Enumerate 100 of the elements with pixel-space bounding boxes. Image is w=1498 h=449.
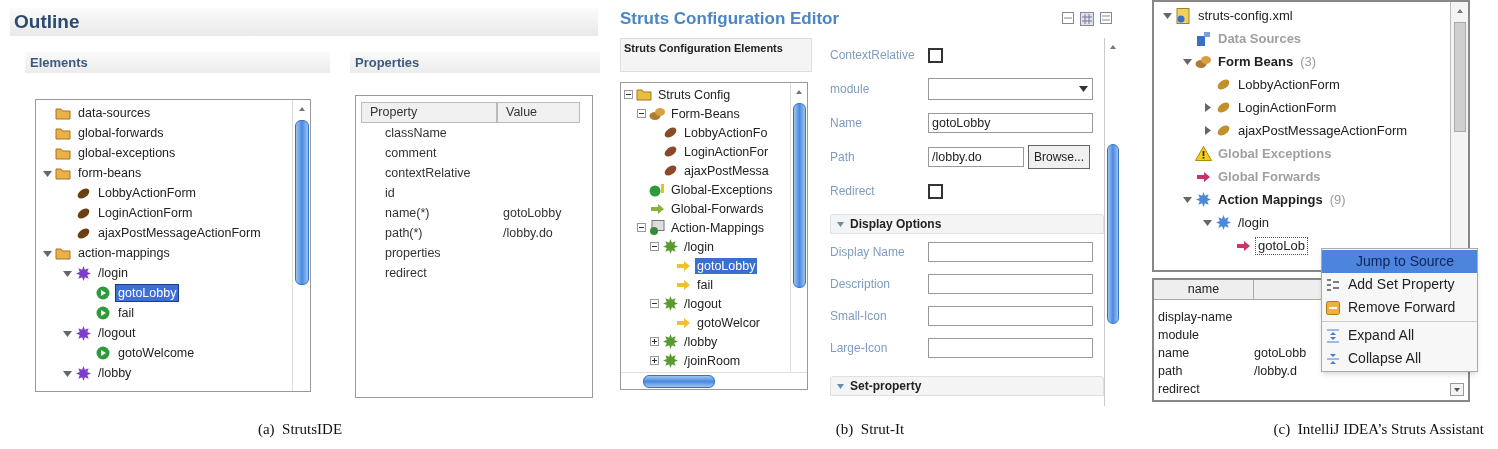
scrollbar-thumb[interactable]	[1106, 144, 1119, 324]
scrollbar[interactable]	[292, 100, 310, 391]
expander-icon[interactable]	[62, 328, 72, 338]
text-field[interactable]	[928, 306, 1093, 326]
expander-icon[interactable]	[649, 356, 659, 365]
text-field[interactable]: /lobby.do	[928, 147, 1024, 167]
menu-item[interactable]: Remove Forward	[1322, 296, 1477, 319]
tree-item[interactable]: Struts Config	[656, 86, 733, 103]
expander-icon[interactable]	[1202, 126, 1212, 135]
text-field[interactable]	[928, 274, 1093, 294]
tree-item[interactable]: gotoWelcome	[115, 344, 198, 362]
menu-item[interactable]: Expand All	[1322, 324, 1477, 347]
expander-icon[interactable]	[649, 242, 659, 251]
tree-item[interactable]: /lobby	[95, 364, 135, 382]
section-header: Properties	[350, 52, 600, 73]
tree-item[interactable]: gotoLob	[1255, 236, 1308, 255]
tree-item[interactable]: Global-Forwards	[669, 200, 766, 217]
expander-icon[interactable]	[649, 337, 659, 346]
tree-item[interactable]: LoginActionForm	[95, 204, 196, 222]
tree-item[interactable]: /logout	[682, 295, 724, 312]
expander-icon[interactable]	[636, 223, 646, 232]
scrollbar[interactable]	[790, 83, 807, 372]
section-header[interactable]: Display Options	[830, 214, 1104, 234]
file-icon	[1176, 7, 1190, 24]
tree-item[interactable]: Global-Exceptions	[669, 181, 775, 198]
expander-icon[interactable]	[62, 268, 72, 278]
tree-item[interactable]: /logout	[95, 324, 139, 342]
tree-item[interactable]: Action-Mappings	[669, 219, 767, 236]
tree-item[interactable]: /login	[95, 264, 131, 282]
expander-icon[interactable]	[649, 299, 659, 308]
scrollbar-thumb[interactable]	[792, 103, 806, 288]
scrollbar-thumb[interactable]	[643, 374, 715, 388]
tree-item[interactable]: gotoLobby	[695, 257, 758, 274]
figure-caption: (b) Strut-It	[835, 420, 905, 439]
layout-icon[interactable]	[1080, 12, 1094, 26]
expander-icon[interactable]	[1182, 195, 1192, 204]
checkbox[interactable]	[928, 183, 943, 199]
expander-icon[interactable]	[1202, 103, 1212, 112]
expander-icon[interactable]	[623, 90, 633, 99]
caret-icon[interactable]	[837, 220, 844, 228]
tree-item[interactable]: Form-Beans	[669, 105, 742, 122]
expander-icon[interactable]	[1182, 57, 1192, 66]
tree-item[interactable]: ajaxPostMessa	[682, 162, 771, 179]
collapse-icon	[1326, 351, 1340, 366]
column-header[interactable]: Property	[361, 102, 497, 123]
tree-item[interactable]: /login	[1235, 213, 1273, 232]
beans-icon	[1194, 54, 1212, 69]
layout-icon[interactable]	[1062, 12, 1074, 24]
text-field[interactable]: gotoLobby	[928, 113, 1093, 133]
expander-icon[interactable]	[42, 168, 52, 178]
expander-icon[interactable]	[1162, 11, 1172, 20]
expander-icon[interactable]	[636, 109, 646, 118]
scroll-down-icon[interactable]	[1450, 383, 1464, 396]
tree-item[interactable]: LoginActionForm	[1235, 98, 1340, 117]
column-header[interactable]: name	[1154, 280, 1254, 299]
dropdown[interactable]	[928, 78, 1093, 100]
menu-item[interactable]: Add Set Property	[1322, 273, 1477, 296]
column-header[interactable]: Value	[497, 102, 580, 123]
tree-item[interactable]: action-mappings	[75, 244, 173, 262]
tree-item[interactable]: gotoWelcor	[695, 314, 762, 331]
tree-item[interactable]: global-forwards	[75, 124, 167, 142]
checkbox[interactable]	[928, 47, 943, 63]
window-icon	[649, 220, 665, 235]
menu-item[interactable]: Jump to Source	[1322, 250, 1477, 273]
tree-item[interactable]: LobbyActionFo	[682, 124, 770, 141]
layout-icon[interactable]	[1100, 12, 1112, 24]
table-cell-text: redirect	[384, 264, 428, 282]
tree-item[interactable]: LoginActionFor	[682, 143, 771, 160]
browse-button[interactable]: Browse...	[1028, 145, 1090, 169]
play-icon	[96, 306, 110, 320]
tree-item[interactable]: Form Beans	[1215, 52, 1297, 71]
tree-item[interactable]: /login	[682, 238, 716, 255]
tree-item[interactable]: ajaxPostMessageActionForm	[1235, 121, 1411, 140]
tree-item[interactable]: fail	[115, 304, 137, 322]
arrow-icon	[675, 278, 691, 291]
tree-item[interactable]: struts-config.xml	[1195, 6, 1296, 25]
scrollbar-thumb[interactable]	[1453, 22, 1466, 132]
tree-item[interactable]: LobbyActionForm	[95, 184, 199, 202]
text-field[interactable]	[928, 338, 1093, 358]
scrollbar[interactable]	[621, 372, 807, 389]
menu-item[interactable]: Collapse All	[1322, 347, 1477, 370]
tree-item[interactable]: /joinRoom	[682, 352, 743, 369]
expander-icon[interactable]	[42, 248, 52, 258]
tree-item[interactable]: ajaxPostMessageActionForm	[95, 224, 264, 242]
scrollbar[interactable]	[1104, 38, 1120, 406]
section-header[interactable]: Set-property	[830, 376, 1104, 396]
tree-item[interactable]: form-beans	[75, 164, 145, 182]
tree-item[interactable]: fail	[695, 276, 715, 293]
text-field[interactable]	[928, 242, 1093, 262]
expander-icon[interactable]	[62, 368, 72, 378]
caret-icon[interactable]	[837, 382, 844, 390]
expander-icon[interactable]	[1202, 218, 1212, 227]
gear-icon	[662, 353, 678, 368]
tree-item[interactable]: global-exceptions	[75, 144, 179, 162]
tree-item[interactable]: /lobby	[682, 333, 720, 350]
tree-item[interactable]: LobbyActionForm	[1235, 75, 1343, 94]
tree-item[interactable]: data-sources	[75, 104, 154, 122]
tree-item[interactable]: gotoLobby	[115, 284, 180, 302]
tree-item[interactable]: Action Mappings	[1215, 190, 1326, 209]
scrollbar-thumb[interactable]	[294, 120, 309, 285]
